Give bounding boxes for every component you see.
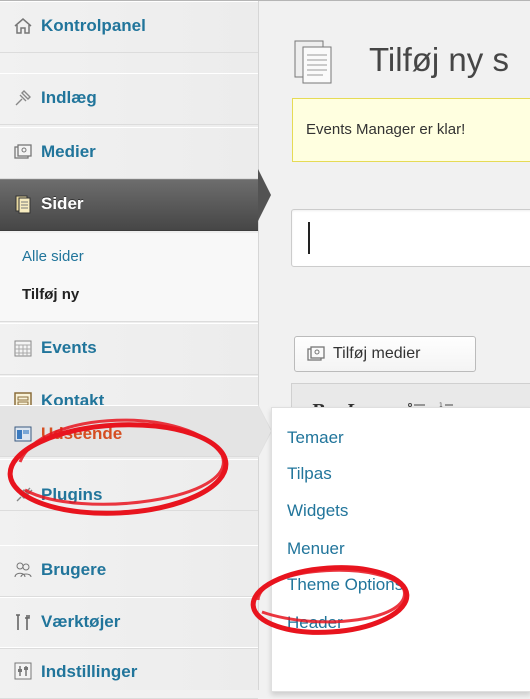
sidebar-item-pages[interactable]: Sider [0,179,258,231]
sidebar-item-label: Kontrolpanel [41,16,146,35]
flyout-item-menus[interactable]: Menuer [287,539,345,559]
dashboard-icon [12,15,34,37]
notice-text: Events Manager er klar! [306,121,466,138]
sidebar-item-label: Indlæg [41,88,97,107]
sidebar-item-appearance[interactable]: Udseende [0,405,258,457]
flyout-item-themes[interactable]: Temaer [287,428,344,448]
sidebar-item-label: Medier [41,142,96,161]
flyout-item-widgets[interactable]: Widgets [287,501,348,521]
page-icon [293,39,337,85]
add-media-label: Tilføj medier [333,345,421,362]
submenu-all-pages[interactable]: Alle sider [22,248,84,265]
admin-sidebar: Kontrolpanel Indlæg Medier Sider Alle si… [0,1,259,699]
sidebar-item-settings[interactable]: Indstillinger [0,647,258,699]
sidebar-item-label: Brugere [41,560,107,579]
flyout-item-customize[interactable]: Tilpas [287,464,332,484]
appearance-flyout-menu: Temaer Tilpas Widgets Menuer Theme Optio… [271,407,530,692]
sidebar-item-events[interactable]: Events [0,323,258,375]
users-icon [12,559,34,581]
media-icon [12,141,34,163]
flyout-arrow [258,405,271,457]
sidebar-item-label: Plugins [41,485,103,504]
appearance-icon [12,423,34,445]
submenu-add-new[interactable]: Tilføj ny [22,286,79,303]
sidebar-item-label: Indstillinger [41,662,138,681]
tools-icon [12,611,34,633]
sidebar-item-dashboard[interactable]: Kontrolpanel [0,1,258,53]
sidebar-item-media[interactable]: Medier [0,127,258,179]
plugin-icon [12,484,34,506]
flyout-item-header[interactable]: Header [287,613,343,633]
sidebar-item-label: Events [41,338,97,357]
sidebar-item-label: Udseende [41,424,123,443]
pages-submenu: Alle sider Tilføj ny [0,233,258,322]
sidebar-item-plugins[interactable]: Plugins [0,459,258,511]
sidebar-item-label: Værktøjer [41,612,121,631]
calendar-icon [12,337,34,359]
settings-icon [12,660,34,682]
notice-banner: Events Manager er klar! [292,98,530,162]
post-title-input[interactable] [291,209,530,267]
text-caret [308,222,310,254]
media-icon [307,345,327,363]
sidebar-item-posts[interactable]: Indlæg [0,73,258,125]
sidebar-item-label: Sider [41,194,84,213]
add-media-button[interactable]: Tilføj medier [294,336,476,372]
sidebar-item-users[interactable]: Brugere [0,545,258,597]
sidebar-item-tools[interactable]: Værktøjer [0,597,258,649]
pin-icon [12,87,34,109]
page-title: Tilføj ny s [369,41,509,78]
pages-icon [12,193,34,215]
flyout-item-theme-options[interactable]: Theme Options [287,575,403,595]
